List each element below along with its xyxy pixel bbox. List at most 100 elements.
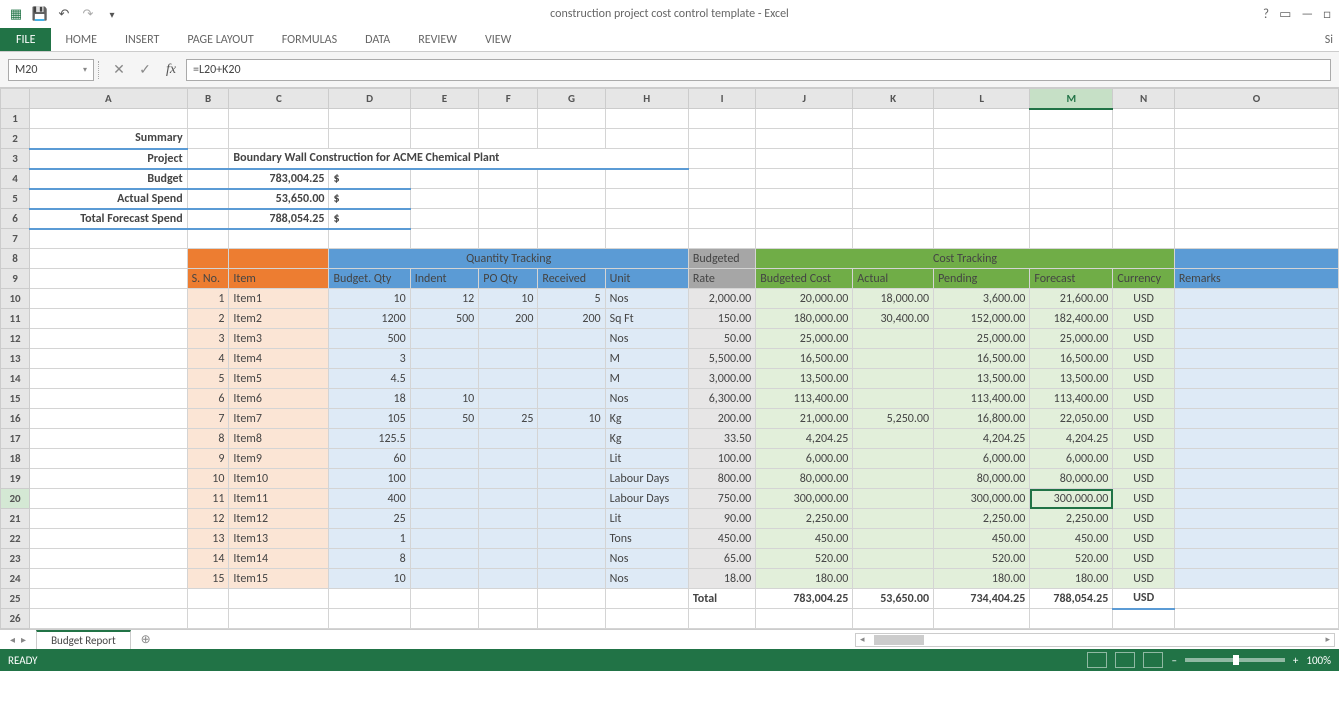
table-row[interactable]	[853, 529, 934, 549]
cancel-icon[interactable]: ✕	[108, 59, 130, 81]
table-row[interactable]	[853, 569, 934, 589]
table-row[interactable]: Item14	[229, 549, 329, 569]
table-row[interactable]: 450.00	[756, 529, 853, 549]
table-row[interactable]	[538, 369, 605, 389]
table-row[interactable]: 3	[187, 329, 229, 349]
table-row[interactable]	[853, 549, 934, 569]
table-row[interactable]: 2,250.00	[1030, 509, 1113, 529]
table-row[interactable]: 6,000.00	[756, 449, 853, 469]
tab-insert[interactable]: INSERT	[111, 28, 173, 51]
col-header-D[interactable]: D	[329, 89, 410, 109]
table-row[interactable]: 113,400.00	[934, 389, 1030, 409]
table-row[interactable]: 1	[329, 529, 410, 549]
table-row[interactable]: Item6	[229, 389, 329, 409]
help-icon[interactable]: ?	[1263, 7, 1269, 22]
table-row[interactable]: 21,600.00	[1030, 289, 1113, 309]
col-header-O[interactable]: O	[1174, 89, 1338, 109]
table-row[interactable]	[410, 569, 479, 589]
zoom-in-icon[interactable]: +	[1293, 654, 1298, 667]
row-header-12[interactable]: 12	[1, 329, 30, 349]
name-box-dropdown-icon[interactable]: ▾	[83, 65, 87, 75]
sheet-tab-budget-report[interactable]: Budget Report	[36, 630, 131, 649]
table-row[interactable]	[853, 349, 934, 369]
row-header-20[interactable]: 20	[1, 489, 30, 509]
table-row[interactable]	[410, 429, 479, 449]
table-row[interactable]: 520.00	[1030, 549, 1113, 569]
table-row[interactable]: 182,400.00	[1030, 309, 1113, 329]
row-header-4[interactable]: 4	[1, 169, 30, 189]
table-row[interactable]: 20,000.00	[756, 289, 853, 309]
table-row[interactable]: 200	[538, 309, 605, 329]
table-row[interactable]: 800.00	[688, 469, 755, 489]
table-row[interactable]: Kg	[605, 409, 688, 429]
table-row[interactable]: 180.00	[756, 569, 853, 589]
table-row[interactable]: USD	[1113, 449, 1175, 469]
row-header-25[interactable]: 25	[1, 589, 30, 609]
table-row[interactable]: M	[605, 369, 688, 389]
table-row[interactable]	[853, 469, 934, 489]
table-row[interactable]: Item12	[229, 509, 329, 529]
table-row[interactable]	[538, 429, 605, 449]
view-page-layout-icon[interactable]	[1115, 652, 1135, 668]
row-header-11[interactable]: 11	[1, 309, 30, 329]
tab-home[interactable]: HOME	[51, 28, 111, 51]
table-row[interactable]	[1174, 429, 1338, 449]
row-header-14[interactable]: 14	[1, 369, 30, 389]
table-row[interactable]	[410, 369, 479, 389]
table-row[interactable]: 13,500.00	[1030, 369, 1113, 389]
table-row[interactable]: 113,400.00	[756, 389, 853, 409]
table-row[interactable]: 10	[187, 469, 229, 489]
table-row[interactable]: Lit	[605, 509, 688, 529]
table-row[interactable]: 80,000.00	[756, 469, 853, 489]
redo-icon[interactable]: ↷	[78, 4, 98, 24]
table-row[interactable]: 16,500.00	[756, 349, 853, 369]
table-row[interactable]: USD	[1113, 529, 1175, 549]
table-row[interactable]: 18,000.00	[853, 289, 934, 309]
minimize-icon[interactable]: —	[1301, 7, 1313, 22]
table-row[interactable]	[479, 389, 538, 409]
table-row[interactable]: 50	[410, 409, 479, 429]
table-row[interactable]: USD	[1113, 309, 1175, 329]
table-row[interactable]	[479, 329, 538, 349]
table-row[interactable]	[538, 329, 605, 349]
col-header-J[interactable]: J	[756, 89, 853, 109]
table-row[interactable]: 4,204.25	[1030, 429, 1113, 449]
table-row[interactable]: USD	[1113, 509, 1175, 529]
table-row[interactable]	[1174, 489, 1338, 509]
table-row[interactable]: 520.00	[934, 549, 1030, 569]
table-row[interactable]: 105	[329, 409, 410, 429]
table-row[interactable]: 5	[538, 289, 605, 309]
table-row[interactable]	[538, 529, 605, 549]
table-row[interactable]	[410, 449, 479, 469]
table-row[interactable]: 80,000.00	[1030, 469, 1113, 489]
row-header-10[interactable]: 10	[1, 289, 30, 309]
table-row[interactable]	[410, 549, 479, 569]
table-row[interactable]	[538, 349, 605, 369]
table-row[interactable]	[1174, 289, 1338, 309]
table-row[interactable]	[1174, 469, 1338, 489]
col-header-F[interactable]: F	[479, 89, 538, 109]
table-row[interactable]: 1200	[329, 309, 410, 329]
table-row[interactable]: 150.00	[688, 309, 755, 329]
table-row[interactable]	[1174, 369, 1338, 389]
table-row[interactable]: Item11	[229, 489, 329, 509]
table-row[interactable]: USD	[1113, 289, 1175, 309]
table-row[interactable]	[410, 349, 479, 369]
row-header-16[interactable]: 16	[1, 409, 30, 429]
table-row[interactable]: 50.00	[688, 329, 755, 349]
table-row[interactable]: 25	[479, 409, 538, 429]
table-row[interactable]: 16,800.00	[934, 409, 1030, 429]
table-row[interactable]: 80,000.00	[934, 469, 1030, 489]
table-row[interactable]: Tons	[605, 529, 688, 549]
maximize-icon[interactable]: □	[1323, 7, 1331, 22]
horizontal-scrollbar[interactable]: ◂ ▸	[855, 633, 1335, 647]
table-row[interactable]: 65.00	[688, 549, 755, 569]
table-row[interactable]	[410, 329, 479, 349]
table-row[interactable]	[853, 429, 934, 449]
table-row[interactable]: Item8	[229, 429, 329, 449]
table-row[interactable]	[410, 509, 479, 529]
table-row[interactable]: USD	[1113, 409, 1175, 429]
table-row[interactable]: 9	[187, 449, 229, 469]
table-row[interactable]	[853, 509, 934, 529]
table-row[interactable]: 400	[329, 489, 410, 509]
